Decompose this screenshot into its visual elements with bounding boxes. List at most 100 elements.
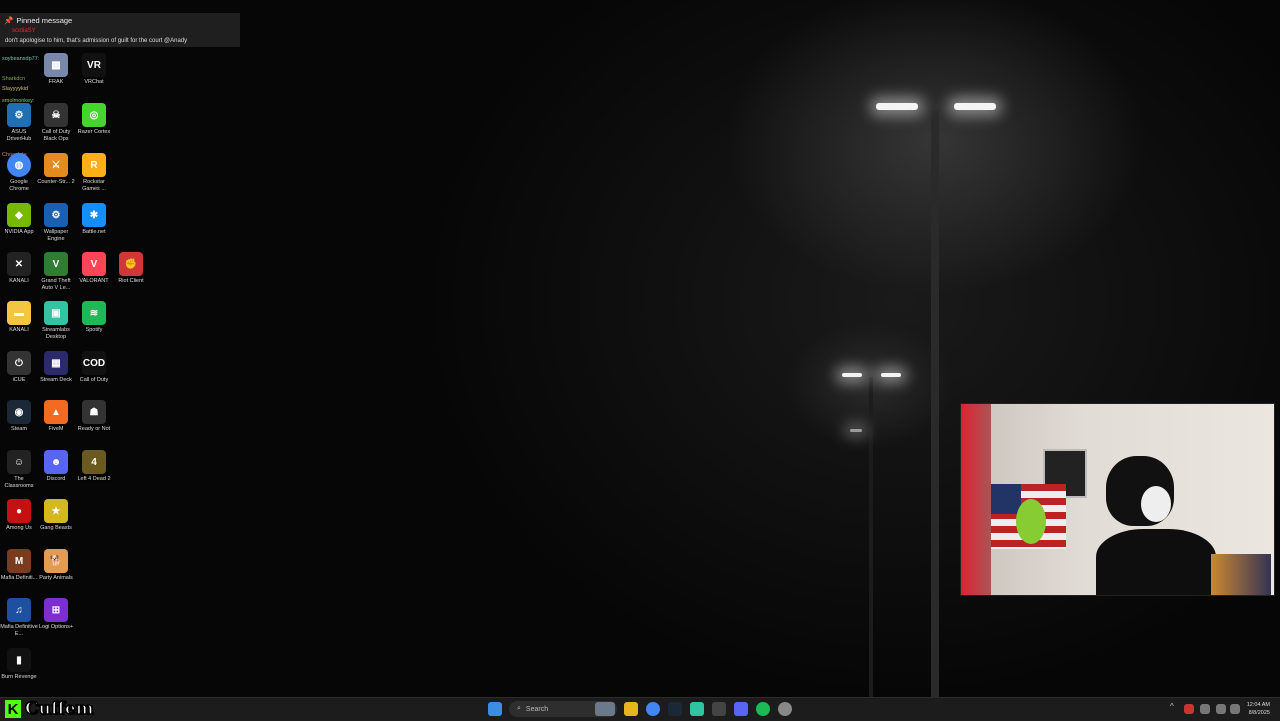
streamer-body [1096, 529, 1216, 595]
desktop-icon-mafia-definitive-e[interactable]: ♫ Mafia Definitive E... [0, 598, 38, 638]
desktop-icon-label: Among Us [6, 525, 32, 531]
lamp-light-far-right [881, 373, 901, 377]
chevron-up-icon[interactable]: ^ [1170, 702, 1178, 716]
skull-icon: ☠ [44, 103, 68, 127]
cs2-icon: ⚔ [44, 153, 68, 177]
desktop-icon-gang-beasts[interactable]: ★ Gang Beasts [37, 499, 75, 532]
system-clock[interactable]: 12:04 AM 8/8/2025 [1247, 701, 1270, 717]
network-icon[interactable] [1216, 704, 1226, 714]
kanali-icon: ▬ [7, 301, 31, 325]
settings-taskbar-icon[interactable] [778, 702, 792, 716]
desktop-icon-kanali[interactable]: ▬ KANALI [0, 301, 38, 334]
nvidia-app-icon: ◆ [7, 203, 31, 227]
desktop-icon-wallpaper-engine[interactable]: ⚙ Wallpaper Engine [37, 203, 75, 243]
tray-icon[interactable] [1184, 704, 1194, 714]
desktop-icon-rockstar-games[interactable]: R Rockstar Games ... [75, 153, 113, 193]
desktop-icon-among-us[interactable]: ● Among Us [0, 499, 38, 532]
valorant-icon: V [82, 252, 106, 276]
desktop-icon-label: KANALI [9, 327, 29, 333]
desktop-icon-left-4-dead-2[interactable]: 4 Left 4 Dead 2 [75, 450, 113, 483]
logi-options-icon: ⊞ [44, 598, 68, 622]
frak-icon: ▩ [44, 53, 68, 77]
desktop-icon-frak[interactable]: ▩ FRAK [37, 53, 75, 86]
desktop-icon-label: Spotify [85, 327, 103, 333]
desktop-icon-riot-client[interactable]: ✊ Riot Client [112, 252, 150, 285]
mafia-definiti-icon: M [7, 549, 31, 573]
desktop-icon-label: iCUE [12, 377, 26, 383]
desktop-icon-ready-or-not[interactable]: ☗ Ready or Not [75, 400, 113, 433]
pinned-message-panel: 📌 Pinned message scotiaSY don't apologis… [0, 13, 240, 47]
file-explorer-icon[interactable] [624, 702, 638, 716]
desktop-icon-chrome[interactable]: ◍ Google Chrome [0, 153, 38, 193]
asus-icon: ⚙ [7, 103, 31, 127]
desktop-icon-label: Razer Cortex [77, 129, 111, 135]
desktop-icon-label: VRChat [84, 79, 104, 85]
spotify-icon: ≋ [82, 301, 106, 325]
app-taskbar-icon[interactable] [712, 702, 726, 716]
burn-revenge-icon: ▮ [7, 648, 31, 672]
desktop-icon-vrchat[interactable]: VR VRChat [75, 53, 113, 86]
gang-beasts-icon: ★ [44, 499, 68, 523]
razer-cortex-icon: ◎ [82, 103, 106, 127]
desktop-icon-streamlabs-desktop[interactable]: ▣ Streamlabs Desktop [37, 301, 75, 341]
desktop-icon-label: Grand Theft Auto V Le... [41, 278, 71, 291]
desktop-icon-label: NVIDIA App [4, 229, 34, 235]
desktop-icon-label: Stream Deck [40, 377, 72, 383]
desktop-icon-the-classrooms[interactable]: ☺ The Classrooms [0, 450, 38, 490]
desktop-icon-label: VALORANT [79, 278, 109, 284]
left-4-dead-2-icon: 4 [82, 450, 106, 474]
chrome-taskbar-icon[interactable] [646, 702, 660, 716]
desktop-icon-nvidia-app[interactable]: ◆ NVIDIA App [0, 203, 38, 236]
search-icon: ⌕ [517, 705, 521, 712]
desktop-icon-label: Mafia Definiti... [0, 575, 38, 581]
desktop-icon-kanali[interactable]: ✕ KANALI [0, 252, 38, 285]
desktop-icon-steam[interactable]: ◉ Steam [0, 400, 38, 433]
headphones-icon [1141, 486, 1171, 522]
stream-brand-overlay: K Cuffem [5, 698, 94, 720]
pinned-text: don't apologise to him, that's admission… [5, 38, 188, 44]
widgets-icon[interactable] [595, 702, 615, 716]
desktop-icon-call-of-duty[interactable]: COD Call of Duty [75, 351, 113, 384]
desktop-icon-burn-revenge[interactable]: ▮ Burn Revenge [0, 648, 38, 681]
chat-line: Slayyyykid [2, 86, 28, 92]
desktop-icon-party-animals[interactable]: 🐕 Party Animals [37, 549, 75, 582]
spotify-taskbar-icon[interactable] [756, 702, 770, 716]
steam-taskbar-icon[interactable] [668, 702, 682, 716]
desktop-icon-icue[interactable]: ⏻ iCUE [0, 351, 38, 384]
desktop-icon-label: Mafia Definitive E... [0, 624, 38, 637]
desktop-icon-stream-deck[interactable]: ▦ Stream Deck [37, 351, 75, 384]
lamp-light-left [876, 103, 918, 110]
desktop-icon-label: Wallpaper Engine [43, 229, 69, 242]
desktop-icon-asus-driverhub[interactable]: ⚙ ASUS DriverHub [0, 103, 38, 143]
wallpaper-engine-icon: ⚙ [44, 203, 68, 227]
volume-icon[interactable] [1230, 704, 1240, 714]
tray-icon[interactable] [1200, 704, 1210, 714]
desktop-icon-label: Gang Beasts [40, 525, 72, 531]
desktop-icon-battle-net[interactable]: ✱ Battle.net [75, 203, 113, 236]
lamp-light-far-left [842, 373, 862, 377]
desktop-icon-label: Call of Duty [79, 377, 109, 383]
desktop-icon-razer-cortex[interactable]: ◎ Razer Cortex [75, 103, 113, 136]
kanali-icon: ✕ [7, 252, 31, 276]
chrome-icon: ◍ [7, 153, 31, 177]
pinned-user: scotiaSY [12, 28, 36, 34]
desktop-icon-fivem[interactable]: ▲ FiveM [37, 400, 75, 433]
desktop-icon-label: Battle.net [82, 229, 106, 235]
discord-taskbar-icon[interactable] [734, 702, 748, 716]
desktop-icon-spotify[interactable]: ≋ Spotify [75, 301, 113, 334]
windows-start-icon[interactable] [488, 702, 502, 716]
streamlabs-taskbar-icon[interactable] [690, 702, 704, 716]
desktop-icon-valorant[interactable]: V VALORANT [75, 252, 113, 285]
desktop-icon-cod-black-ops[interactable]: ☠ Call of Duty Black Ops [37, 103, 75, 143]
streamer-name: Cuffem [24, 698, 94, 720]
icue-icon: ⏻ [7, 351, 31, 375]
desktop-icon-mafia-definiti[interactable]: M Mafia Definiti... [0, 549, 38, 582]
desktop-icon-grand-theft-auto-v-le[interactable]: V Grand Theft Auto V Le... [37, 252, 75, 292]
desktop-icon-discord[interactable]: ☻ Discord [37, 450, 75, 483]
desktop-icon-label: Left 4 Dead 2 [77, 476, 111, 482]
lamp-pole-far [869, 377, 873, 697]
desktop-icon-counter-strike[interactable]: ⚔ Counter-Str... 2 [37, 153, 75, 186]
desktop-icon-logi-options[interactable]: ⊞ Logi Options+ [37, 598, 75, 631]
desktop-icon-label: Logi Options+ [38, 624, 74, 630]
call-of-duty-icon: COD [82, 351, 106, 375]
